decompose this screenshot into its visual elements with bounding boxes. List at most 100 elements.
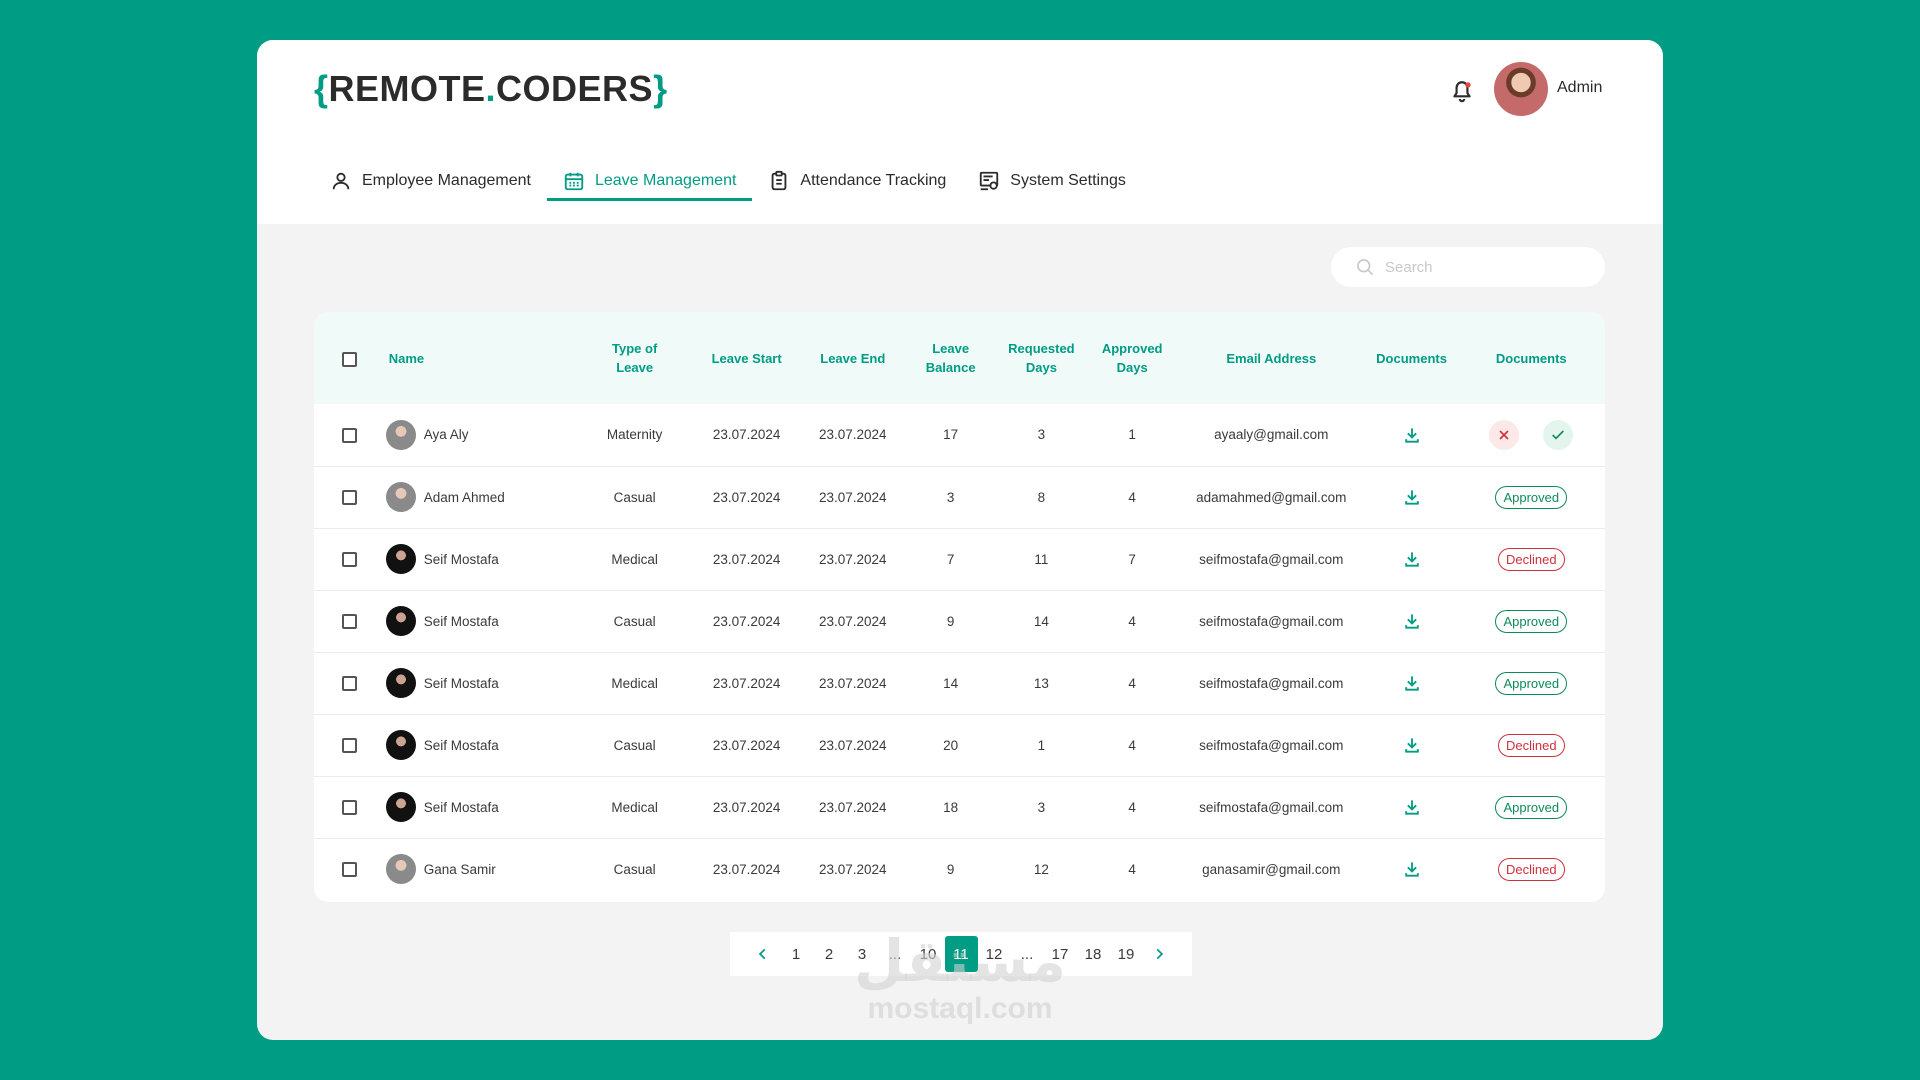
watermark: مستقل mostaql.com — [840, 930, 1080, 1024]
approved-days: 1 — [1128, 427, 1136, 443]
col-requested-days[interactable]: Requested Days — [995, 312, 1087, 404]
download-document-button[interactable] — [1366, 466, 1458, 528]
employee-name: Seif Mostafa — [423, 737, 499, 753]
leave-end: 23.07.2024 — [818, 613, 887, 629]
name-cell: Adam Ahmed — [385, 466, 576, 528]
leave-balance: 18 — [943, 799, 959, 815]
name-cell: Aya Aly — [385, 404, 576, 466]
requested-days: 3 — [1037, 799, 1046, 815]
row-checkbox[interactable] — [341, 551, 357, 567]
approve-button[interactable] — [1543, 419, 1574, 450]
status-badge: Declined — [1497, 547, 1565, 571]
col-leave-start[interactable]: Leave Start — [694, 312, 800, 404]
status-cell — [1458, 404, 1605, 466]
download-document-button[interactable] — [1366, 714, 1458, 776]
chevron-right-icon — [1156, 948, 1164, 960]
notification-bell-icon[interactable] — [1449, 79, 1475, 105]
search-input[interactable] — [1383, 257, 1587, 277]
avatar — [385, 668, 416, 698]
download-document-button[interactable] — [1366, 590, 1458, 652]
table-row: Adam Ahmed Casual 23.07.2024 23.07.2024 3 8 4 a… — [314, 466, 1605, 528]
email-address: seifmostafa@gmail.com — [1199, 737, 1344, 753]
row-checkbox[interactable] — [341, 427, 357, 443]
status-badge: Approved — [1495, 485, 1568, 509]
row-checkbox[interactable] — [341, 799, 357, 815]
name-cell: Seif Mostafa — [385, 652, 576, 714]
download-document-button[interactable] — [1366, 528, 1458, 590]
approval-actions — [1459, 419, 1604, 450]
col-email[interactable]: Email Address — [1177, 312, 1366, 404]
header: {REMOTE.CODERS} Admin Employee Managemen… — [257, 40, 1663, 224]
col-type[interactable]: Type of Leave — [576, 312, 694, 404]
user-icon — [332, 172, 350, 190]
employee-name: Seif Mostafa — [423, 551, 499, 567]
requested-days: 12 — [1033, 861, 1049, 877]
download-icon — [1404, 676, 1419, 691]
col-leave-balance[interactable]: Leave Balance — [906, 312, 996, 404]
row-select-cell — [314, 776, 385, 838]
download-document-button[interactable] — [1366, 404, 1458, 466]
tab-attendance-tracking[interactable]: Attendance Tracking — [752, 164, 962, 201]
row-checkbox[interactable] — [341, 489, 357, 505]
leave-type: Medical — [611, 799, 658, 815]
page-button[interactable]: 19 — [1110, 936, 1143, 972]
close-icon — [1499, 430, 1509, 440]
tab-employee-management[interactable]: Employee Management — [314, 164, 547, 201]
download-icon — [1404, 800, 1419, 815]
leave-balance: 3 — [946, 489, 955, 505]
row-checkbox[interactable] — [341, 737, 357, 753]
nav-tabs: Employee Management Leave Management Att… — [314, 164, 1142, 201]
name-cell: Seif Mostafa — [385, 528, 576, 590]
tab-label: Employee Management — [362, 172, 531, 189]
download-document-button[interactable] — [1366, 838, 1458, 900]
row-checkbox[interactable] — [341, 862, 357, 878]
status-badge: Declined — [1497, 733, 1565, 757]
search-box[interactable] — [1331, 247, 1605, 287]
table-row: Seif Mostafa Medical 23.07.2024 23.07.2024 7… — [314, 528, 1605, 590]
tab-system-settings[interactable]: System Settings — [962, 164, 1142, 201]
download-document-button[interactable] — [1366, 652, 1458, 714]
leave-type: Medical — [611, 675, 658, 691]
user-name[interactable]: Admin — [1557, 79, 1602, 97]
status-badge: Approved — [1495, 609, 1568, 633]
approved-days: 4 — [1128, 737, 1136, 753]
employee-name: Adam Ahmed — [423, 489, 505, 505]
name-cell: Gana Samir — [385, 838, 576, 900]
next-page-button[interactable] — [1143, 936, 1176, 972]
select-all-checkbox[interactable] — [341, 351, 357, 367]
row-select-cell — [314, 652, 385, 714]
col-leave-end[interactable]: Leave End — [800, 312, 906, 404]
row-checkbox[interactable] — [341, 613, 357, 629]
prev-page-button[interactable] — [747, 936, 780, 972]
leave-type: Casual — [613, 861, 656, 877]
logo[interactable]: {REMOTE.CODERS} — [314, 68, 668, 110]
user-avatar[interactable] — [1494, 62, 1548, 116]
col-documents[interactable]: Documents — [1366, 312, 1458, 404]
status-cell: Approved — [1458, 590, 1605, 652]
approved-days: 4 — [1128, 675, 1136, 691]
tab-leave-management[interactable]: Leave Management — [546, 164, 753, 201]
col-status[interactable]: Documents — [1458, 312, 1605, 404]
leave-balance: 20 — [943, 737, 959, 753]
leave-end: 23.07.2024 — [818, 861, 887, 877]
avatar — [385, 419, 416, 450]
col-name[interactable]: Name — [385, 312, 576, 404]
requested-days: 1 — [1037, 737, 1046, 753]
avatar — [385, 544, 416, 574]
email-address: seifmostafa@gmail.com — [1199, 613, 1344, 629]
row-select-cell — [314, 714, 385, 776]
leave-balance: 9 — [946, 613, 955, 629]
col-approved-days[interactable]: Approved Days — [1087, 312, 1177, 404]
name-cell: Seif Mostafa — [385, 590, 576, 652]
requested-days: 3 — [1037, 427, 1046, 443]
row-select-cell — [314, 466, 385, 528]
decline-button[interactable] — [1489, 419, 1520, 450]
download-document-button[interactable] — [1366, 776, 1458, 838]
page-button[interactable]: 18 — [1077, 936, 1110, 972]
employee-name: Seif Mostafa — [423, 613, 499, 629]
clipboard-icon — [772, 170, 787, 191]
row-checkbox[interactable] — [341, 675, 357, 691]
employee-name: Gana Samir — [423, 861, 496, 877]
page-button[interactable]: 1 — [780, 936, 813, 972]
leave-type: Medical — [611, 551, 658, 567]
